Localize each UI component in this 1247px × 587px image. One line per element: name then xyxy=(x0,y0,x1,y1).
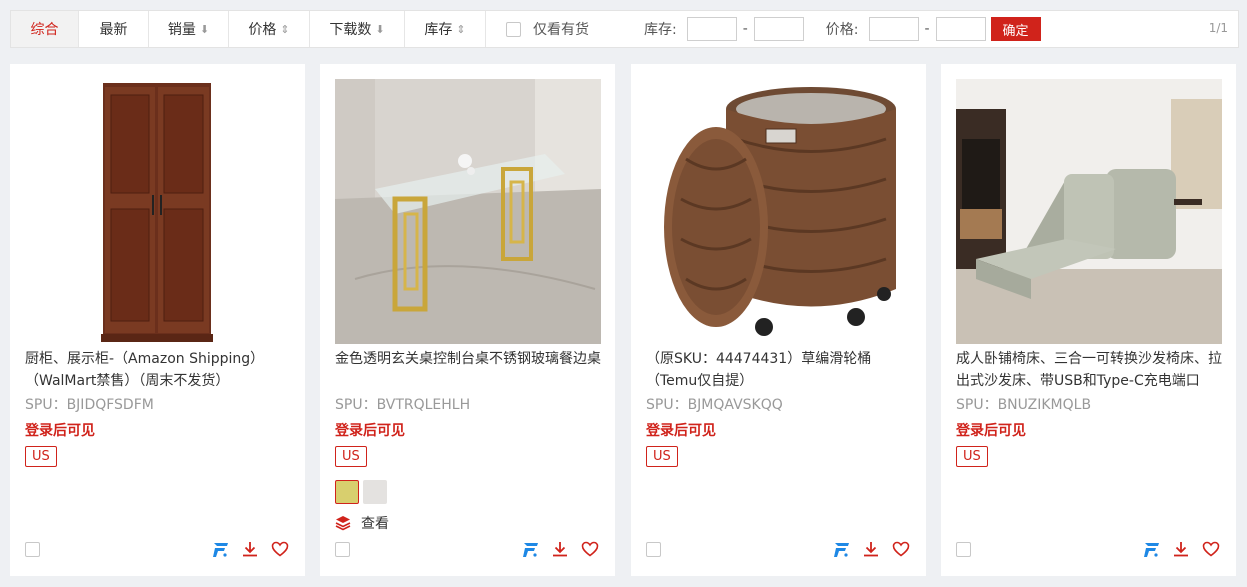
favorite-heart-icon[interactable] xyxy=(271,540,289,558)
tab-sales[interactable]: 销量 ⬇ xyxy=(149,11,229,47)
select-checkbox[interactable] xyxy=(335,542,350,557)
stock-max-input[interactable] xyxy=(753,17,804,41)
price-min-input[interactable] xyxy=(868,17,919,41)
product-spu: SPU：BVTRQLEHLH xyxy=(335,397,471,413)
product-title[interactable]: （原SKU：44474431）草编滑轮桶（Temu仅自提） xyxy=(646,348,914,392)
product-card[interactable]: （原SKU：44474431）草编滑轮桶（Temu仅自提） SPU：BJMQAV… xyxy=(631,64,926,576)
product-card[interactable]: 厨柜、展示柜-（Amazon Shipping）（WalMart禁售）（周末不发… xyxy=(10,64,305,576)
sort-updown-icon: ⇕ xyxy=(456,22,466,36)
region-badge: US xyxy=(956,446,988,467)
product-title[interactable]: 成人卧铺椅床、三合一可转换沙发椅床、拉出式沙发床、带USB和Type-C充电端口 xyxy=(956,348,1224,392)
in-stock-checkbox[interactable] xyxy=(506,21,521,37)
sort-down-icon: ⬇ xyxy=(375,22,385,36)
tab-price[interactable]: 价格 ⇕ xyxy=(229,11,310,47)
download-icon[interactable] xyxy=(862,540,880,558)
tab-comprehensive[interactable]: 综合 xyxy=(11,11,79,47)
brand-logo-icon[interactable] xyxy=(1142,540,1160,558)
price-max-input[interactable] xyxy=(935,17,986,41)
sort-updown-icon: ⇕ xyxy=(280,22,290,36)
select-checkbox[interactable] xyxy=(25,542,40,557)
price-login-note: 登录后可见 xyxy=(335,423,405,439)
download-icon[interactable] xyxy=(551,540,569,558)
product-spu: SPU：BJIDQFSDFM xyxy=(25,397,154,413)
favorite-heart-icon[interactable] xyxy=(581,540,599,558)
product-title[interactable]: 金色透明玄关桌控制台桌不锈钢玻璃餐边桌 xyxy=(335,348,603,392)
page-indicator: 1/1 xyxy=(1208,21,1228,35)
price-login-note: 登录后可见 xyxy=(25,423,95,439)
stock-min-input[interactable] xyxy=(686,17,737,41)
product-spu: SPU：BNUZIKMQLB xyxy=(956,397,1092,413)
price-login-note: 登录后可见 xyxy=(956,423,1026,439)
price-range-filter: 价格: - xyxy=(826,17,986,41)
select-checkbox[interactable] xyxy=(646,542,661,557)
variant-swatch-white[interactable] xyxy=(363,480,387,504)
in-stock-only-filter[interactable]: 仅看有货 xyxy=(506,19,589,39)
download-icon[interactable] xyxy=(241,540,259,558)
product-image[interactable] xyxy=(646,79,912,344)
product-image[interactable] xyxy=(25,79,291,344)
layers-icon xyxy=(335,516,351,531)
product-title[interactable]: 厨柜、展示柜-（Amazon Shipping）（WalMart禁售）（周末不发… xyxy=(25,348,293,392)
brand-logo-icon[interactable] xyxy=(211,540,229,558)
tab-newest[interactable]: 最新 xyxy=(79,11,149,47)
variant-swatches xyxy=(335,480,387,504)
card-actions xyxy=(1142,540,1220,558)
product-card[interactable]: 金色透明玄关桌控制台桌不锈钢玻璃餐边桌 SPU：BVTRQLEHLH 登录后可见… xyxy=(320,64,615,576)
product-card[interactable]: 成人卧铺椅床、三合一可转换沙发椅床、拉出式沙发床、带USB和Type-C充电端口… xyxy=(941,64,1236,576)
select-checkbox[interactable] xyxy=(956,542,971,557)
region-badge: US xyxy=(646,446,678,467)
brand-logo-icon[interactable] xyxy=(521,540,539,558)
view-variants-link[interactable]: 查看 xyxy=(335,513,389,533)
tab-stock[interactable]: 库存 ⇕ xyxy=(405,11,486,47)
download-icon[interactable] xyxy=(1172,540,1190,558)
product-image[interactable] xyxy=(956,79,1222,344)
sort-filter-toolbar: 综合 最新 销量 ⬇ 价格 ⇕ 下载数 ⬇ 库存 ⇕ 仅看有货 库存: - 价格: - … xyxy=(10,10,1239,48)
favorite-heart-icon[interactable] xyxy=(1202,540,1220,558)
product-image[interactable] xyxy=(335,79,601,344)
card-actions xyxy=(832,540,910,558)
region-badge: US xyxy=(335,446,367,467)
card-actions xyxy=(211,540,289,558)
stock-range-filter: 库存: - xyxy=(644,17,804,41)
region-badge: US xyxy=(25,446,57,467)
favorite-heart-icon[interactable] xyxy=(892,540,910,558)
sort-down-icon: ⬇ xyxy=(199,22,210,36)
product-spu: SPU：BJMQAVSKQQ xyxy=(646,397,783,413)
price-login-note: 登录后可见 xyxy=(646,423,716,439)
tab-downloads[interactable]: 下载数 ⬇ xyxy=(310,11,405,47)
variant-swatch-gold[interactable] xyxy=(335,480,359,504)
confirm-button[interactable]: 确定 xyxy=(990,17,1041,41)
card-actions xyxy=(521,540,599,558)
brand-logo-icon[interactable] xyxy=(832,540,850,558)
